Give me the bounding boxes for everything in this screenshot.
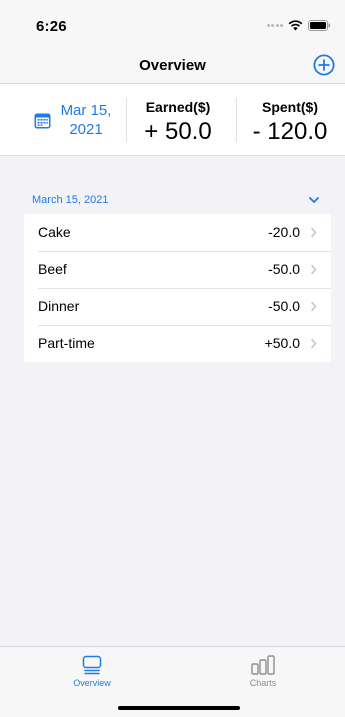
date-label: Mar 15, 2021 xyxy=(58,101,114,139)
table-row[interactable]: Beef -50.0 xyxy=(24,251,331,288)
table-row[interactable]: Dinner -50.0 xyxy=(24,288,331,325)
home-indicator xyxy=(118,706,240,710)
summary-divider xyxy=(236,98,237,142)
transaction-name: Beef xyxy=(38,261,67,277)
calendar-icon xyxy=(34,113,51,128)
transaction-list: Cake -20.0 Beef -50.0 Dinner -50.0 Part-… xyxy=(24,214,331,362)
signal-icon xyxy=(266,23,283,27)
spent-value: - 120.0 xyxy=(252,118,328,145)
earned-value: + 50.0 xyxy=(144,118,212,145)
table-row[interactable]: Cake -20.0 xyxy=(24,214,331,251)
chevron-right-icon xyxy=(310,227,317,238)
tab-overview-label: Overview xyxy=(73,678,111,688)
summary-divider xyxy=(126,98,127,142)
earned-summary: Earned($) + 50.0 xyxy=(138,98,218,146)
tab-charts-label: Charts xyxy=(249,678,277,688)
chevron-right-icon xyxy=(310,301,317,312)
tab-charts[interactable]: Charts xyxy=(203,647,323,695)
date-month-day: Mar 15, xyxy=(60,102,112,119)
earned-label: Earned($) xyxy=(145,99,211,115)
overview-icon xyxy=(82,655,102,675)
navigation-bar: Overview xyxy=(0,44,345,84)
status-bar: 6:26 xyxy=(0,0,345,44)
spent-summary: Spent($) - 120.0 xyxy=(240,98,340,146)
date-picker-button[interactable]: Mar 15, 2021 xyxy=(34,100,120,140)
status-time: 6:26 xyxy=(36,18,67,35)
transaction-name: Dinner xyxy=(38,298,80,314)
transaction-amount: +50.0 xyxy=(264,335,300,351)
chevron-right-icon xyxy=(310,338,317,349)
status-icons xyxy=(266,18,332,32)
transaction-name: Cake xyxy=(38,224,71,240)
bar-chart-icon xyxy=(251,655,275,675)
date-year: 2021 xyxy=(69,121,103,138)
spent-label: Spent($) xyxy=(262,99,318,115)
page-title: Overview xyxy=(139,57,206,74)
battery-icon xyxy=(308,19,331,31)
plus-circle-icon[interactable] xyxy=(313,54,335,76)
section-header[interactable]: March 15, 2021 xyxy=(24,186,331,214)
summary-header: Mar 15, 2021 Earned($) + 50.0 Spent($) -… xyxy=(0,84,345,156)
transaction-amount: -20.0 xyxy=(268,224,300,240)
chevron-down-icon[interactable] xyxy=(309,196,319,204)
transaction-name: Part-time xyxy=(38,335,95,351)
transaction-amount: -50.0 xyxy=(268,298,300,314)
table-row[interactable]: Part-time +50.0 xyxy=(24,325,331,362)
section-date-title: March 15, 2021 xyxy=(32,194,109,206)
tab-overview[interactable]: Overview xyxy=(32,647,152,695)
chevron-right-icon xyxy=(310,264,317,275)
wifi-icon xyxy=(288,19,303,30)
transaction-amount: -50.0 xyxy=(268,261,300,277)
